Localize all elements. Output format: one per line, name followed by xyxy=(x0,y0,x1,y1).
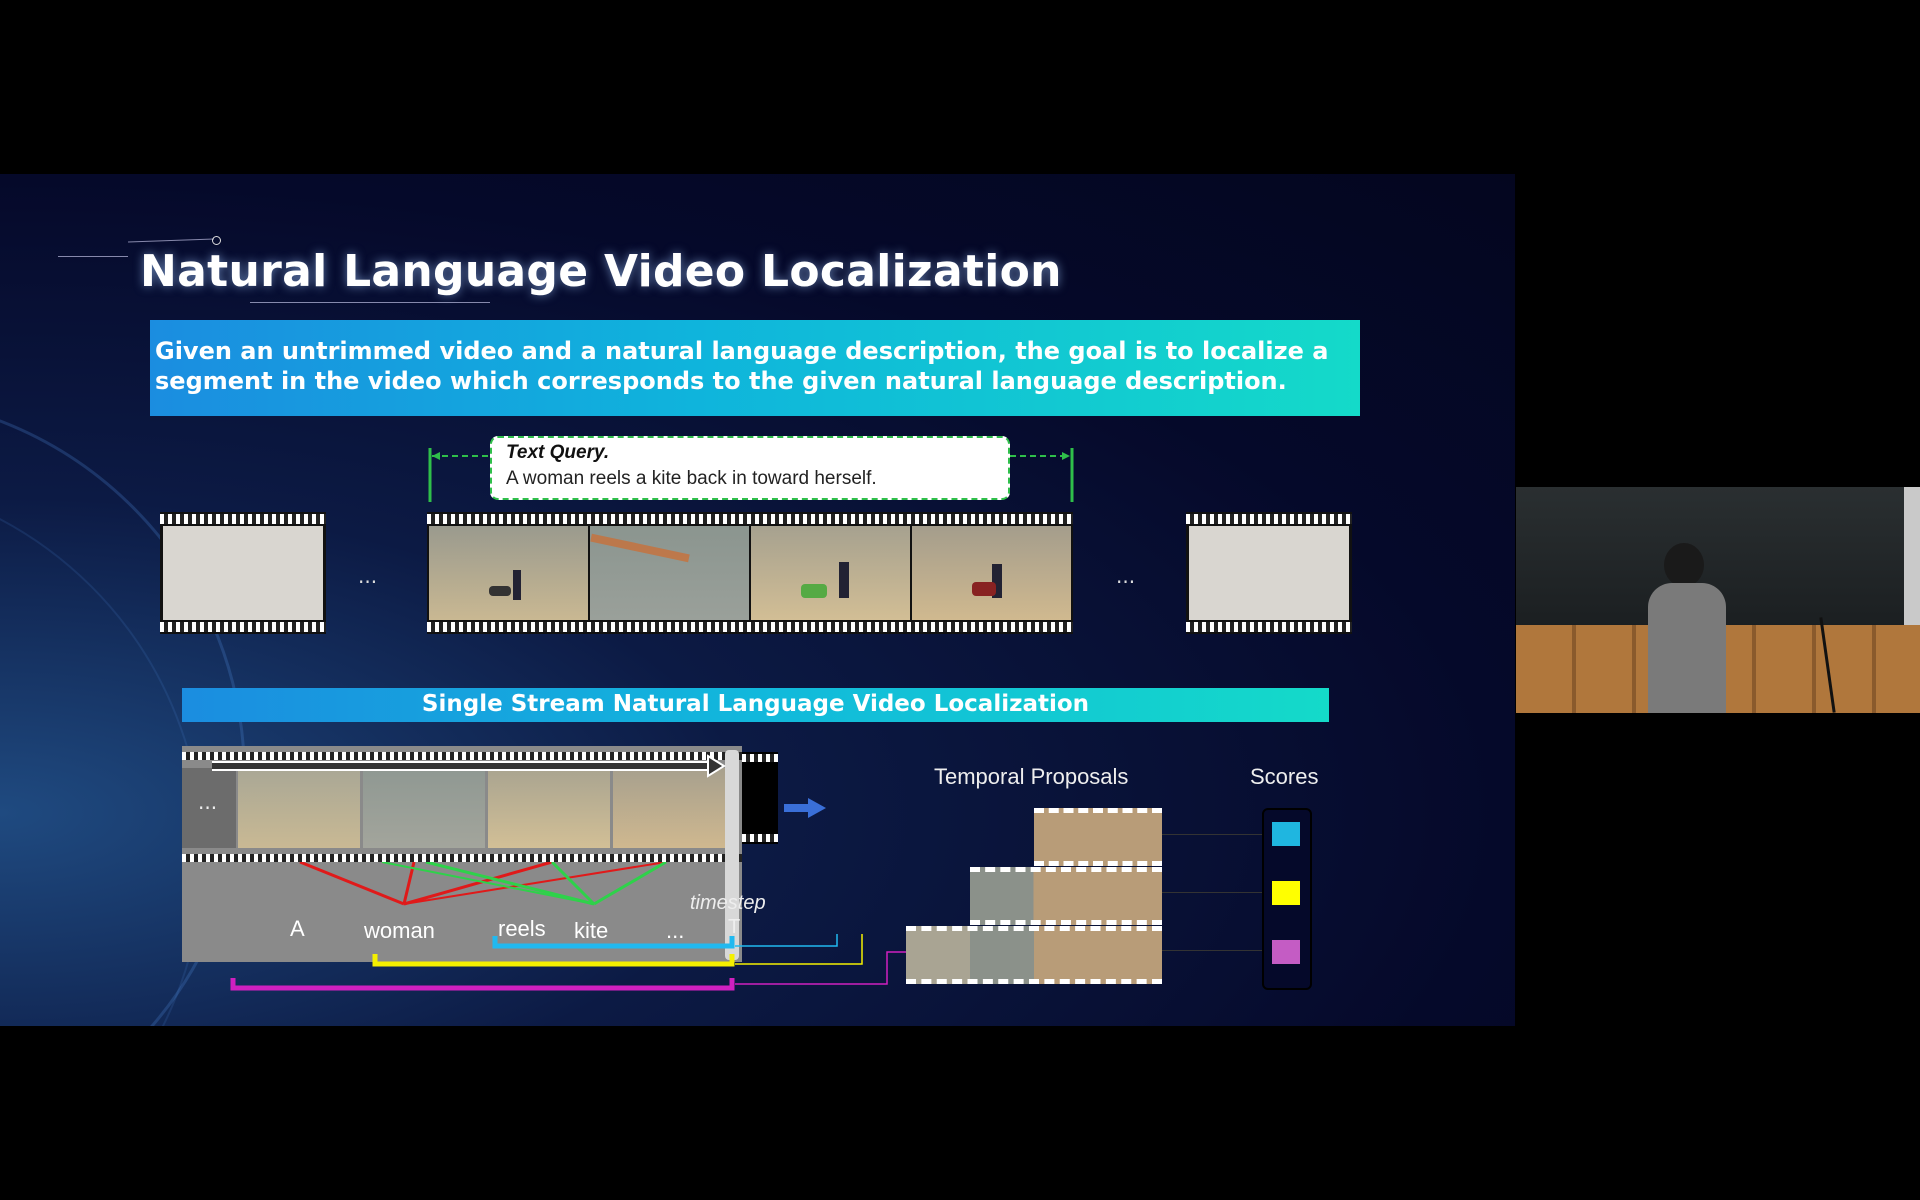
kite-frame xyxy=(488,768,610,848)
description-box: Given an untrimmed video and a natural l… xyxy=(150,320,1360,416)
ellipsis: ... xyxy=(1116,564,1136,588)
speaker-body xyxy=(1648,583,1726,713)
wall-edge xyxy=(1904,487,1920,637)
timestep-label: timestep xyxy=(690,892,766,914)
text-query-sentence: A woman reels a kite back in toward hers… xyxy=(506,468,877,489)
kite-frame xyxy=(590,526,749,620)
description-text: Given an untrimmed video and a natural l… xyxy=(155,337,1329,395)
kite-frame xyxy=(363,768,485,848)
proposal-clip-2 xyxy=(970,867,1162,925)
ellipsis: ... xyxy=(358,564,378,588)
kite-frame xyxy=(912,526,1071,620)
blank-frame xyxy=(163,526,323,620)
video-strip-segment xyxy=(427,512,1073,634)
proposal-connectors xyxy=(230,934,910,991)
title-underline xyxy=(250,302,490,303)
speaker-head xyxy=(1664,543,1704,587)
score-indicator-1 xyxy=(1272,822,1300,846)
strip-continuation xyxy=(742,752,778,844)
scores-label: Scores xyxy=(1250,764,1319,789)
kite-frame xyxy=(429,526,588,620)
blank-frame xyxy=(1189,526,1349,620)
video-strip-right xyxy=(1186,512,1352,634)
arrow-right-icon xyxy=(784,798,826,818)
kite-frame xyxy=(613,768,725,848)
subsection-title: Single Stream Natural Language Video Loc… xyxy=(421,691,1090,717)
text-query-title: Text Query. xyxy=(506,442,610,463)
title-decoration-dot xyxy=(212,236,221,245)
slide-title: Natural Language Video Localization xyxy=(140,246,1062,297)
single-stream-panel: ... A woman reels kite ... timestep T xyxy=(182,746,766,962)
ellipsis: ... xyxy=(198,790,218,814)
word-attention-lines xyxy=(299,862,667,906)
video-strip-left xyxy=(160,512,326,634)
kite-frame xyxy=(751,526,910,620)
presentation-slide: Natural Language Video Localization Give… xyxy=(0,174,1515,1026)
speaker-video xyxy=(1516,487,1920,713)
time-arrow xyxy=(212,754,726,778)
subsection-bar: Single Stream Natural Language Video Loc… xyxy=(182,688,1329,722)
kite-frame xyxy=(238,768,360,848)
temporal-proposals-label: Temporal Proposals xyxy=(934,764,1129,789)
score-indicator-3 xyxy=(1272,940,1300,964)
text-query-box: Text Query. A woman reels a kite back in… xyxy=(490,436,1010,500)
proposal-clip-1 xyxy=(1034,808,1162,866)
title-decoration xyxy=(58,256,128,257)
proposal-clip-3 xyxy=(906,926,1162,984)
score-indicator-2 xyxy=(1272,881,1300,905)
title-decoration xyxy=(128,238,214,243)
